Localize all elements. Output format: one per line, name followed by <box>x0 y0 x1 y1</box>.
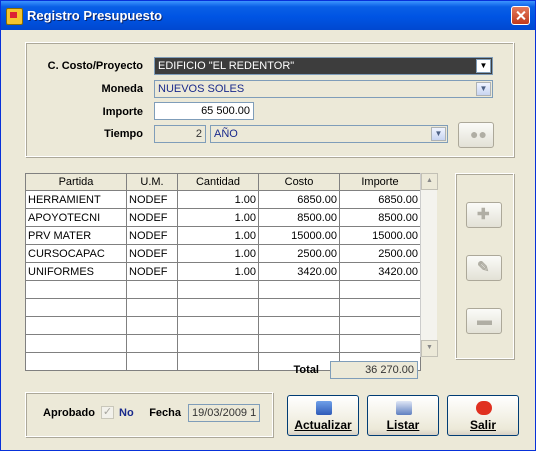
cell-cantidad[interactable]: 1.00 <box>177 208 259 227</box>
table-row-empty[interactable] <box>25 298 421 317</box>
total-label: Total <box>293 364 319 376</box>
time-unit-value: AÑO <box>214 128 238 140</box>
cell-importe[interactable]: 8500.00 <box>339 208 421 227</box>
binoculars-icon: ●● <box>470 126 487 142</box>
column-header-importe[interactable]: Importe <box>339 173 421 191</box>
cell-cantidad[interactable]: 1.00 <box>177 244 259 263</box>
cell-costo[interactable]: 2500.00 <box>258 244 340 263</box>
edit-row-button[interactable]: ✎ <box>466 255 502 281</box>
approved-checkbox[interactable]: ✓ <box>101 406 114 419</box>
exit-button[interactable]: Salir <box>447 395 519 436</box>
total-value: 36 270.00 <box>330 361 418 379</box>
cell-partida[interactable]: APOYOTECNI <box>25 208 127 227</box>
currency-value: NUEVOS SOLES <box>158 83 245 95</box>
printer-icon <box>396 401 412 415</box>
table-scrollbar[interactable]: ▲ ▼ <box>420 173 438 357</box>
table-header: Partida U.M. Cantidad Costo Importe <box>25 173 421 191</box>
chevron-down-icon[interactable]: ▼ <box>476 82 491 96</box>
time-value: 2 <box>195 128 202 140</box>
cell-cantidad[interactable]: 1.00 <box>177 226 259 245</box>
cell-costo[interactable]: 3420.00 <box>258 262 340 281</box>
cell-importe[interactable]: 3420.00 <box>339 262 421 281</box>
date-label: Fecha <box>149 407 181 419</box>
cell-costo[interactable]: 8500.00 <box>258 208 340 227</box>
table-row-empty[interactable] <box>25 334 421 353</box>
chevron-down-icon[interactable]: ▼ <box>431 127 446 141</box>
amount-input[interactable]: 65 500.00 <box>154 102 254 120</box>
date-input[interactable]: 19/03/2009 1 <box>188 404 260 422</box>
cell-partida[interactable]: HERRAMIENT <box>25 190 127 209</box>
cell-partida[interactable]: PRV MATER <box>25 226 127 245</box>
column-header-costo[interactable]: Costo <box>258 173 340 191</box>
amount-value: 65 500.00 <box>201 105 250 117</box>
cell-um[interactable]: NODEF <box>126 262 178 281</box>
title-bar[interactable]: Registro Presupuesto <box>1 1 535 30</box>
window-title: Registro Presupuesto <box>27 8 163 23</box>
update-button[interactable]: Actualizar <box>287 395 359 436</box>
budget-table: Partida U.M. Cantidad Costo Importe HERR… <box>25 173 421 371</box>
scroll-up-icon[interactable]: ▲ <box>421 173 438 190</box>
currency-select[interactable]: NUEVOS SOLES ▼ <box>154 80 493 98</box>
search-button[interactable]: ●● <box>458 122 494 148</box>
cell-cantidad[interactable]: 1.00 <box>177 190 259 209</box>
table-row[interactable]: HERRAMIENT NODEF 1.00 6850.00 6850.00 <box>25 190 421 209</box>
currency-label: Moneda <box>101 83 143 95</box>
cell-um[interactable]: NODEF <box>126 190 178 209</box>
cell-partida[interactable]: UNIFORMES <box>25 262 127 281</box>
column-header-cantidad[interactable]: Cantidad <box>177 173 259 191</box>
cell-importe[interactable]: 2500.00 <box>339 244 421 263</box>
cell-costo[interactable]: 6850.00 <box>258 190 340 209</box>
close-icon[interactable] <box>511 6 530 25</box>
app-icon <box>6 8 23 25</box>
plus-icon: ✚ <box>477 206 490 223</box>
cell-cantidad[interactable]: 1.00 <box>177 262 259 281</box>
table-row-empty[interactable] <box>25 316 421 335</box>
date-value: 19/03/2009 1 <box>192 407 257 419</box>
pencil-icon: ✎ <box>477 259 490 276</box>
minus-icon: ▬ <box>477 312 492 329</box>
cell-um[interactable]: NODEF <box>126 208 178 227</box>
cell-partida[interactable]: CURSOCAPAC <box>25 244 127 263</box>
cost-center-select[interactable]: EDIFICIO "EL REDENTOR" ▼ <box>154 57 493 75</box>
chevron-down-icon[interactable]: ▼ <box>476 59 491 73</box>
list-button[interactable]: Listar <box>367 395 439 436</box>
table-row[interactable]: CURSOCAPAC NODEF 1.00 2500.00 2500.00 <box>25 244 421 263</box>
registro-presupuesto-window: Registro Presupuesto C. Costo/Proyecto E… <box>0 0 536 451</box>
cost-center-label: C. Costo/Proyecto <box>47 60 143 72</box>
power-icon <box>476 401 492 415</box>
approved-label: Aprobado <box>43 407 95 419</box>
cell-costo[interactable]: 15000.00 <box>258 226 340 245</box>
add-row-button[interactable]: ✚ <box>466 202 502 228</box>
time-input[interactable]: 2 <box>154 125 206 143</box>
table-row[interactable]: UNIFORMES NODEF 1.00 3420.00 3420.00 <box>25 262 421 281</box>
table-row-empty[interactable] <box>25 280 421 299</box>
table-row[interactable]: APOYOTECNI NODEF 1.00 8500.00 8500.00 <box>25 208 421 227</box>
cell-importe[interactable]: 15000.00 <box>339 226 421 245</box>
delete-row-button[interactable]: ▬ <box>466 308 502 334</box>
table-row[interactable]: PRV MATER NODEF 1.00 15000.00 15000.00 <box>25 226 421 245</box>
cell-importe[interactable]: 6850.00 <box>339 190 421 209</box>
cell-um[interactable]: NODEF <box>126 244 178 263</box>
column-header-um[interactable]: U.M. <box>126 173 178 191</box>
scroll-down-icon[interactable]: ▼ <box>421 340 438 357</box>
cell-um[interactable]: NODEF <box>126 226 178 245</box>
time-unit-select[interactable]: AÑO ▼ <box>210 125 448 143</box>
update-icon <box>316 401 332 415</box>
cost-center-value: EDIFICIO "EL REDENTOR" <box>158 60 295 72</box>
approved-value: No <box>119 407 134 419</box>
amount-label: Importe <box>102 106 143 118</box>
time-label: Tiempo <box>104 128 143 140</box>
column-header-partida[interactable]: Partida <box>25 173 127 191</box>
